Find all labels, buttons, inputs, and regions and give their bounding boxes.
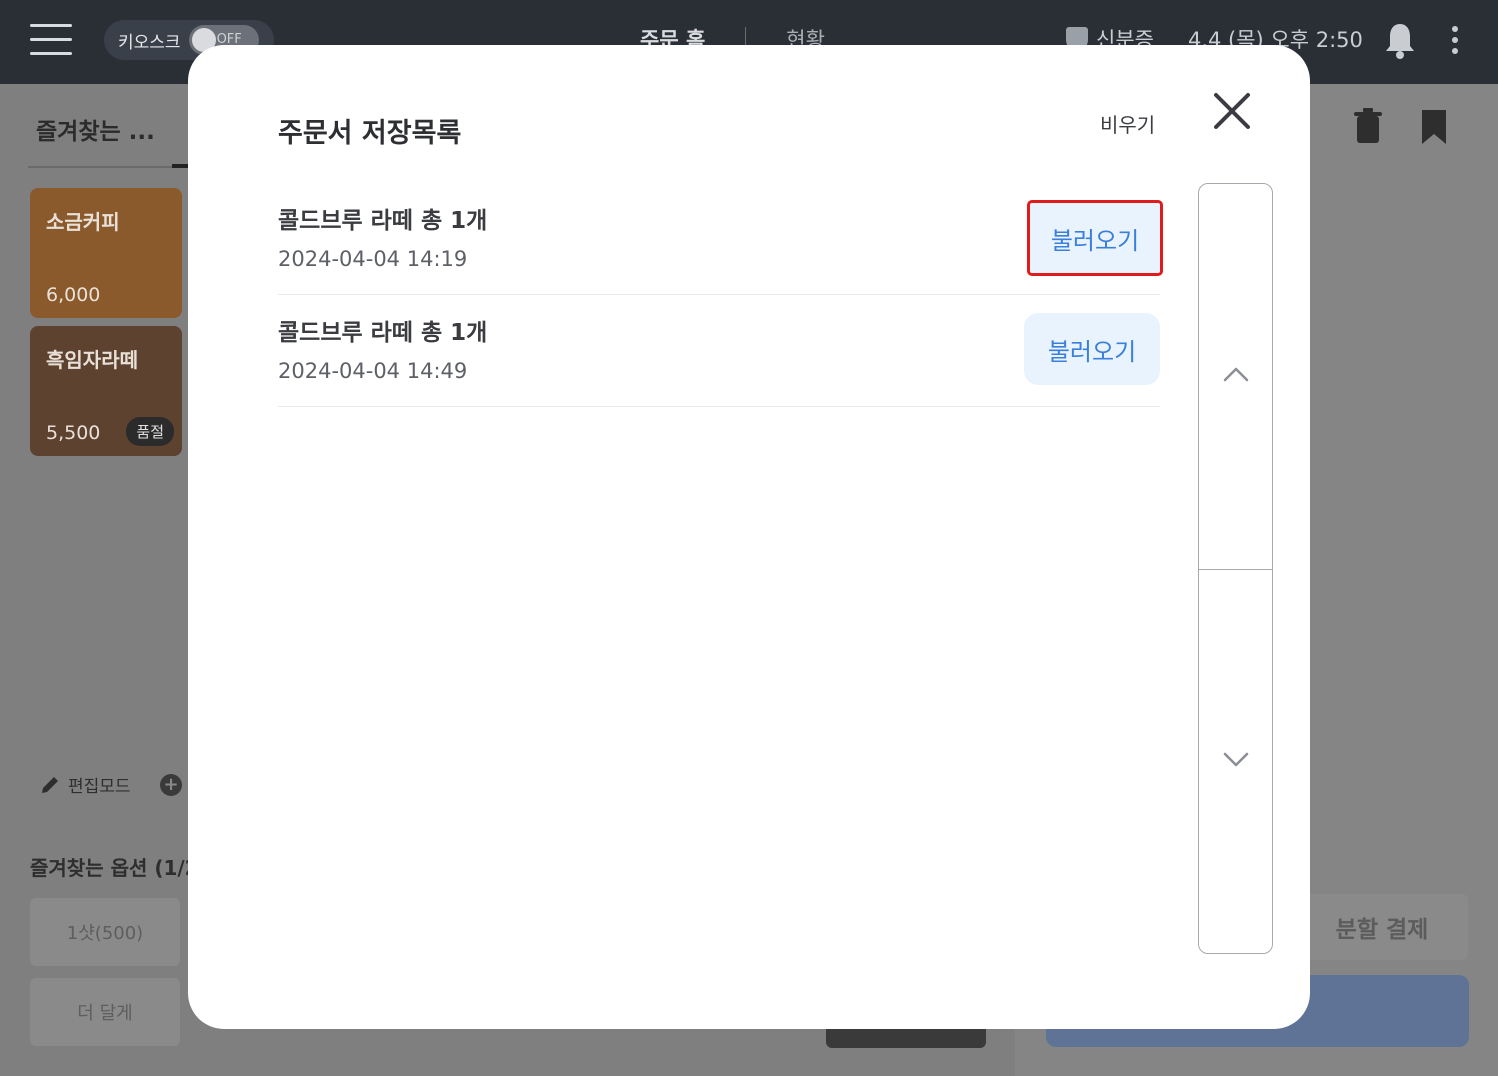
- clear-button[interactable]: 비우기: [1100, 109, 1155, 138]
- menu-card-salt-coffee[interactable]: 소금커피 6,000: [30, 188, 182, 318]
- order-date: 2024-04-04 14:19: [278, 247, 468, 271]
- scroll-down-button[interactable]: [1199, 570, 1272, 953]
- scroll-up-button[interactable]: [1199, 184, 1272, 570]
- order-summary: 콜드브루 라떼 총 1개: [278, 208, 488, 234]
- list-item: 콜드브루 라떼 총 1개 2024-04-04 14:49 불러오기: [278, 295, 1160, 407]
- saved-orders-list: 콜드브루 라떼 총 1개 2024-04-04 14:19 불러오기 콜드브루 …: [278, 183, 1163, 407]
- menu-card-price: 5,500: [46, 422, 101, 444]
- kiosk-label: 키오스크: [118, 32, 181, 53]
- load-order-button[interactable]: 불러오기: [1027, 200, 1163, 276]
- option-button-sweeter[interactable]: 더 달게: [30, 978, 180, 1046]
- list-item: 콜드브루 라떼 총 1개 2024-04-04 14:19 불러오기: [278, 183, 1163, 295]
- add-circle-icon[interactable]: +: [160, 774, 182, 796]
- menu-card-price: 6,000: [46, 284, 101, 306]
- option-button-extra-shot[interactable]: 1샷(500): [30, 898, 180, 966]
- pencil-icon: [42, 776, 58, 793]
- menu-card-name: 흑임자라떼: [46, 348, 138, 372]
- trash-icon[interactable]: [1354, 108, 1382, 144]
- bookmark-icon[interactable]: [1420, 110, 1448, 144]
- order-date: 2024-04-04 14:49: [278, 359, 468, 383]
- hamburger-menu-icon[interactable]: [30, 24, 72, 56]
- menu-card-black-sesame-latte[interactable]: 흑임자라떼 5,500 품절: [30, 326, 182, 456]
- favorite-options-title: 즐겨찾는 옵션 (1/2: [30, 856, 199, 880]
- more-options-icon[interactable]: [1450, 26, 1460, 56]
- chevron-down-icon: [1223, 752, 1249, 767]
- modal-title: 주문서 저장목록: [278, 118, 462, 149]
- chevron-up-icon: [1223, 367, 1249, 382]
- favorites-tab-underline: [28, 166, 188, 168]
- order-summary: 콜드브루 라떼 총 1개: [278, 320, 488, 346]
- load-order-button[interactable]: 불러오기: [1024, 313, 1160, 385]
- bell-icon[interactable]: [1384, 22, 1416, 60]
- menu-card-name: 소금커피: [46, 210, 120, 234]
- favorites-tab-title[interactable]: 즐겨찾는 ...: [36, 112, 155, 146]
- edit-mode-button[interactable]: 편집모드: [40, 772, 131, 797]
- edit-mode-label: 편집모드: [68, 777, 131, 797]
- list-scroller: [1198, 183, 1273, 954]
- saved-orders-modal: 주문서 저장목록 비우기 콜드브루 라떼 총 1개 2024-04-04 14:…: [188, 45, 1310, 1029]
- close-icon[interactable]: [1210, 89, 1254, 133]
- split-payment-button[interactable]: 분할 결제: [1296, 894, 1468, 960]
- sold-out-badge: 품절: [126, 417, 174, 446]
